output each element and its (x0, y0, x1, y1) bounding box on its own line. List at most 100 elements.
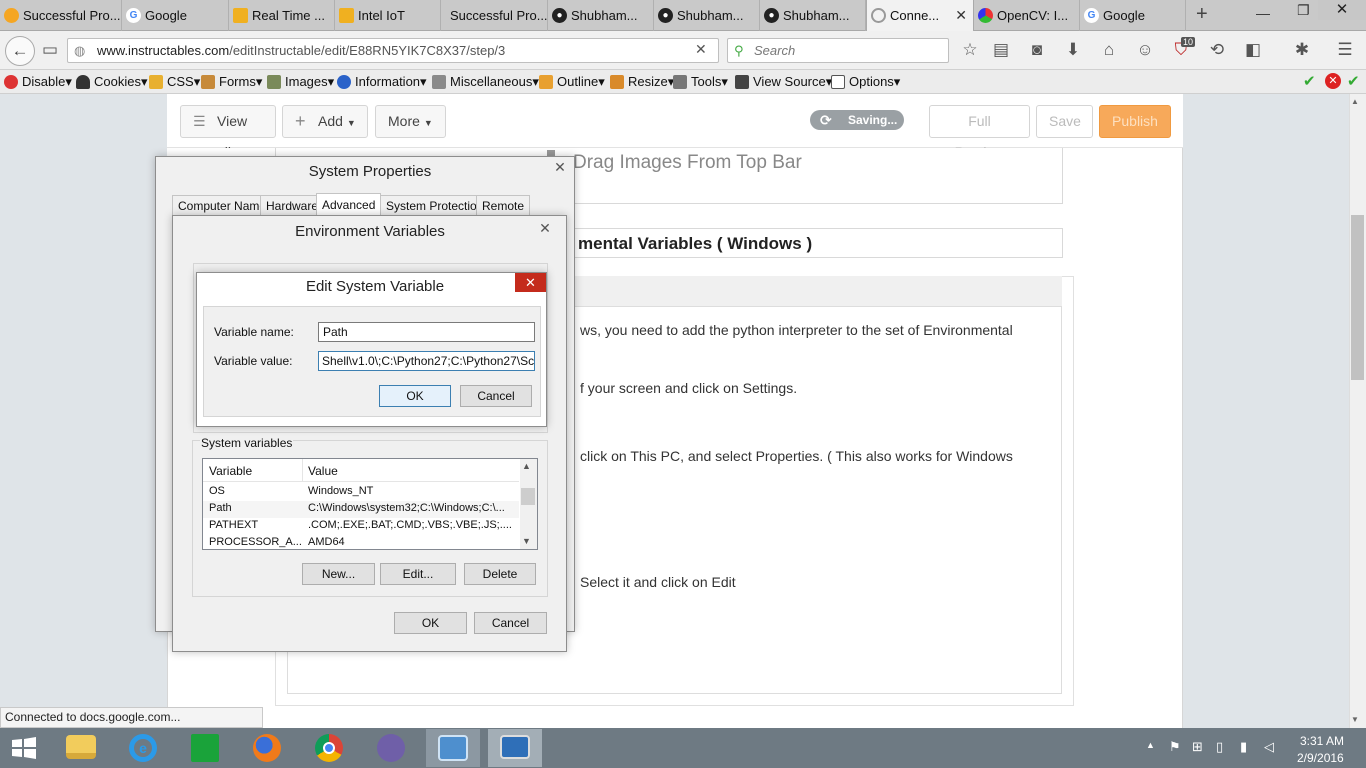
start-button[interactable] (10, 736, 38, 760)
tab-google-2[interactable]: G Google (1080, 0, 1186, 31)
bookmarks-list-icon[interactable]: ▤ (991, 40, 1011, 60)
taskbar-bittorrent[interactable] (364, 729, 418, 767)
extension-2-icon[interactable]: ◧ (1243, 40, 1263, 60)
variable-value-field[interactable]: Shell\v1.0\;C:\Python27;C:\Python27\Scri… (318, 351, 535, 371)
taskbar-system-properties[interactable] (488, 729, 542, 767)
menu-icon[interactable]: ☰ (1335, 40, 1355, 60)
tray-volume-icon[interactable]: ◁ (1264, 739, 1274, 755)
table-row[interactable]: PROCESSOR_A... AMD64 (203, 535, 519, 550)
tray-expand-icon[interactable]: ▲ (1146, 740, 1155, 750)
extension-3-icon[interactable]: ✱ (1292, 40, 1312, 60)
edit-variable-close-icon[interactable]: ✕ (515, 273, 546, 292)
dev-images-menu[interactable]: Images▾ (267, 73, 334, 91)
download-icon[interactable]: ⬇ (1063, 40, 1083, 60)
url-bar[interactable]: ◍ www.instructables.com/editInstructable/… (67, 38, 719, 63)
variable-name-field[interactable]: Path (318, 322, 535, 342)
edit-ok-button[interactable]: OK (379, 385, 451, 407)
page-scrollbar-thumb[interactable] (1351, 215, 1364, 380)
env-ok-button[interactable]: OK (394, 612, 467, 634)
save-button[interactable]: Save (1036, 105, 1093, 138)
clock-time[interactable]: 3:31 AM (1300, 734, 1344, 748)
dev-resize-menu[interactable]: Resize▾ (610, 73, 674, 91)
environment-variables-close-icon[interactable]: ✕ (530, 218, 560, 238)
taskbar-file-explorer[interactable] (54, 729, 108, 767)
tab-github-2[interactable]: ● Shubham... (654, 0, 760, 31)
tab-successful-projects-2[interactable]: Successful Pro... (441, 0, 548, 31)
pocket-icon[interactable]: ◙ (1027, 40, 1047, 60)
tab-github-3[interactable]: ● Shubham... (760, 0, 866, 31)
env-cancel-button[interactable]: Cancel (474, 612, 547, 634)
tab-intel-iot[interactable]: Intel IoT (335, 0, 441, 31)
tab-opencv[interactable]: OpenCV: I... (974, 0, 1080, 31)
list-scroll-up-icon[interactable]: ▲ (522, 461, 531, 471)
taskbar-chrome[interactable] (302, 729, 356, 767)
validation-ok-icon[interactable]: ✔ (1303, 72, 1316, 90)
table-row[interactable]: PATHEXT .COM;.EXE;.BAT;.CMD;.VBS;.VBE;.JS… (203, 518, 519, 535)
minimize-button[interactable]: — (1256, 5, 1270, 21)
table-row-selected[interactable]: Path C:\Windows\system32;C:\Windows;C:\..… (203, 501, 519, 518)
taskbar-control-panel[interactable] (426, 729, 480, 767)
taskbar-internet-explorer[interactable]: e (116, 729, 170, 767)
system-properties-close-icon[interactable]: ✕ (545, 157, 575, 177)
tray-windows-icon[interactable]: ⊞ (1192, 739, 1203, 755)
dev-cookies-menu[interactable]: Cookies▾ (76, 73, 148, 91)
scroll-up-icon[interactable]: ▲ (1351, 97, 1359, 106)
dev-miscellaneous-menu[interactable]: Miscellaneous▾ (432, 73, 539, 91)
dev-tools-menu[interactable]: Tools▾ (673, 73, 728, 91)
tab-connecting-active[interactable]: Conne... ✕ (866, 0, 974, 31)
list-scrollbar-thumb[interactable] (521, 488, 535, 505)
more-button[interactable]: More ▼ (375, 105, 446, 138)
tab-real-time[interactable]: Real Time ... (229, 0, 335, 31)
edit-cancel-button[interactable]: Cancel (460, 385, 532, 407)
list-scroll-down-icon[interactable]: ▼ (522, 536, 531, 546)
close-tab-icon[interactable]: ✕ (955, 7, 967, 24)
dev-options-menu[interactable]: Options▾ (831, 73, 900, 91)
restore-button[interactable]: ❐ (1297, 2, 1310, 19)
tab-system-protection[interactable]: System Protection (380, 195, 490, 216)
dev-disable-menu[interactable]: Disable▾ (4, 73, 72, 91)
tab-label: Conne... (890, 8, 940, 23)
table-row[interactable]: OS Windows_NT (203, 484, 519, 501)
dev-outline-menu[interactable]: Outline▾ (539, 73, 605, 91)
dev-information-menu[interactable]: Information▾ (337, 73, 427, 91)
tab-advanced[interactable]: Advanced (316, 193, 382, 217)
clock-date[interactable]: 2/9/2016 (1297, 751, 1344, 765)
back-button[interactable]: ← (5, 36, 35, 66)
tab-google-1[interactable]: G Google (122, 0, 229, 31)
clear-url-icon[interactable]: ✕ (695, 41, 707, 58)
hello-chat-icon[interactable]: ☺ (1135, 40, 1155, 60)
tray-flag-icon[interactable]: ⚑ (1169, 739, 1181, 755)
taskbar-firefox[interactable] (240, 729, 294, 767)
view-all-button[interactable]: ☰View all (180, 105, 276, 160)
tab-github-1[interactable]: ● Shubham... (548, 0, 654, 31)
column-header-variable[interactable]: Variable (209, 464, 252, 478)
window-close-button[interactable]: ✕ (1318, 0, 1366, 20)
new-tab-button[interactable]: + (1196, 3, 1208, 26)
validation-ok-2-icon[interactable]: ✔ (1347, 72, 1360, 90)
page-scrollbar[interactable] (1349, 94, 1366, 728)
delete-variable-button[interactable]: Delete (464, 563, 536, 585)
scroll-down-icon[interactable]: ▼ (1351, 715, 1359, 724)
full-preview-button[interactable]: Full Preview (929, 105, 1030, 160)
taskbar-store[interactable] (178, 729, 232, 767)
dev-forms-menu[interactable]: Forms▾ (201, 73, 262, 91)
tab-remote[interactable]: Remote (476, 195, 531, 216)
bookmark-star-icon[interactable]: ☆ (960, 40, 980, 60)
tray-device-icon[interactable]: ▯ (1216, 739, 1223, 755)
publish-button[interactable]: Publish (1099, 105, 1171, 138)
tab-computer-name[interactable]: Computer Name (172, 195, 273, 216)
dev-css-menu[interactable]: CSS▾ (149, 73, 200, 91)
new-variable-button[interactable]: New... (302, 563, 375, 585)
validation-error-icon[interactable]: ✕ (1325, 73, 1341, 89)
tray-network-icon[interactable]: ▮ (1240, 739, 1247, 755)
tab-hardware[interactable]: Hardware (260, 195, 325, 216)
dev-view-source-menu[interactable]: View Source▾ (735, 73, 832, 91)
tab-successful-projects-1[interactable]: Successful Pro... (0, 0, 122, 31)
add-button[interactable]: + Add ▼ (282, 105, 368, 138)
search-box[interactable]: ⚲ Search (727, 38, 949, 63)
reader-icon[interactable]: ▭ (40, 40, 60, 60)
extension-icon[interactable]: ⟲ (1207, 40, 1227, 60)
column-header-value[interactable]: Value (308, 464, 338, 478)
edit-variable-button[interactable]: Edit... (380, 563, 456, 585)
home-icon[interactable]: ⌂ (1099, 40, 1119, 60)
